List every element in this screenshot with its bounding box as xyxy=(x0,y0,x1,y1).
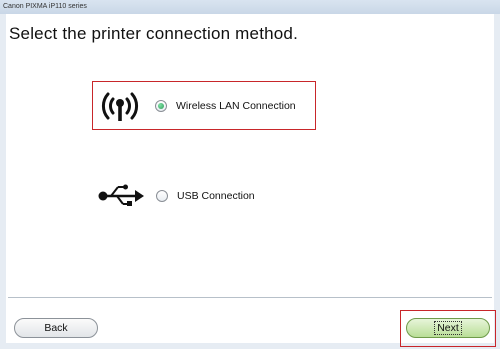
wireless-option-label: Wireless LAN Connection xyxy=(176,99,296,112)
usb-option-label: USB Connection xyxy=(177,190,255,202)
back-button[interactable]: Back xyxy=(14,318,98,338)
option-usb[interactable]: USB Connection xyxy=(94,176,314,216)
footer-divider xyxy=(8,297,492,298)
usb-radio[interactable] xyxy=(156,190,168,202)
option-wireless-lan[interactable]: Wireless LAN Connection xyxy=(92,81,316,130)
usb-icon xyxy=(94,183,148,209)
page-title: Select the printer connection method. xyxy=(9,24,299,43)
title-bar: Canon PIXMA iP110 series xyxy=(0,0,500,14)
wireless-icon xyxy=(93,89,147,123)
next-button[interactable]: Next xyxy=(406,318,490,338)
wireless-radio[interactable] xyxy=(155,99,167,112)
next-button-label: Next xyxy=(434,321,462,335)
window-title: Canon PIXMA iP110 series xyxy=(3,3,87,10)
installer-window: Canon PIXMA iP110 series Select the prin… xyxy=(0,0,500,349)
